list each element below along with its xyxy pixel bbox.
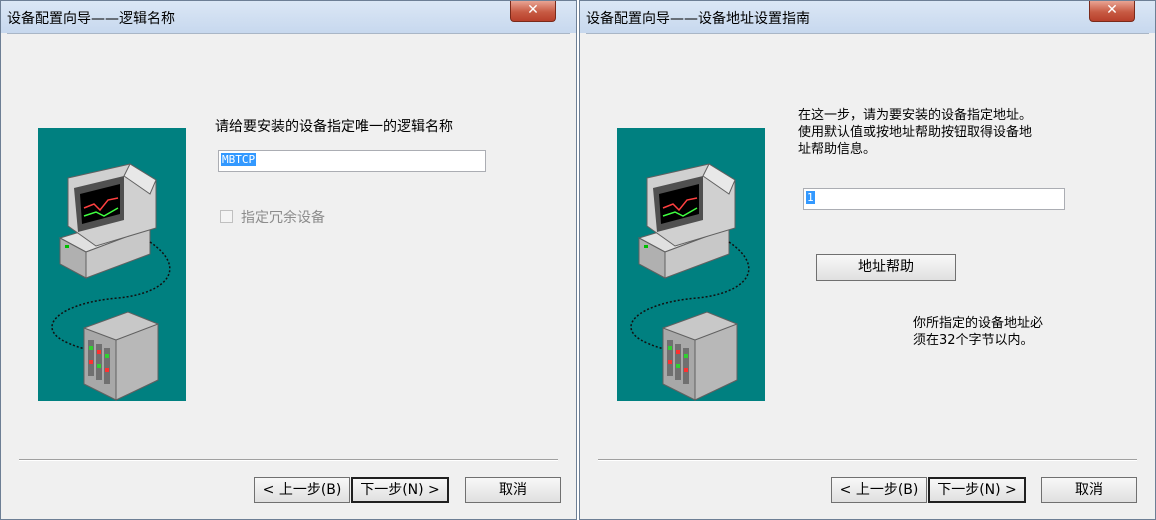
close-icon: ✕ [527, 2, 539, 18]
back-button[interactable]: < 上一步(B) [831, 477, 927, 503]
dialog-title: 设备配置向导——设备地址设置指南 [586, 11, 810, 27]
logical-name-prompt: 请给要安装的设备指定唯一的逻辑名称 [215, 119, 453, 135]
logical-name-value: MBTCP [221, 153, 257, 166]
logical-name-input[interactable]: MBTCP [218, 150, 486, 172]
dialog-body: 在这一步，请为要安装的设备指定地址。 使用默认值或按地址帮助按钮取得设备地 址帮… [586, 33, 1149, 513]
computer-illustration [58, 163, 157, 279]
separator [19, 459, 558, 461]
address-note-line-2: 须在32个字节以内。 [913, 333, 1034, 348]
plc-device-illustration [83, 311, 159, 401]
dialog-title: 设备配置向导——逻辑名称 [7, 11, 175, 27]
close-icon: ✕ [1106, 2, 1118, 18]
device-address-dialog: 设备配置向导——设备地址设置指南 ✕ 在这一步，请为要安装的设备指定地址。 使用… [579, 0, 1156, 520]
close-button[interactable]: ✕ [1089, 1, 1135, 22]
cancel-button[interactable]: 取消 [1041, 477, 1137, 503]
dialog-body: 请给要安装的设备指定唯一的逻辑名称 MBTCP 指定冗余设备 < 上一步(B) … [7, 33, 570, 513]
separator [598, 459, 1137, 461]
title-bar[interactable]: 设备配置向导——设备地址设置指南 ✕ [580, 1, 1155, 33]
back-button[interactable]: < 上一步(B) [254, 477, 350, 503]
cancel-button[interactable]: 取消 [465, 477, 561, 503]
next-button[interactable]: 下一步(N) > [351, 477, 449, 503]
device-illustration [38, 128, 186, 401]
device-address-value: 1 [806, 191, 815, 204]
computer-illustration [637, 163, 736, 279]
redundant-device-label: 指定冗余设备 [241, 210, 325, 226]
instruction-line-3: 址帮助信息。 [798, 142, 877, 157]
logical-name-dialog: 设备配置向导——逻辑名称 ✕ 请给要安装的设备指定唯一的逻辑名称 MBTCP 指… [0, 0, 577, 520]
title-bar[interactable]: 设备配置向导——逻辑名称 ✕ [1, 1, 576, 33]
next-button[interactable]: 下一步(N) > [928, 477, 1026, 503]
device-address-input[interactable]: 1 [803, 188, 1065, 210]
device-illustration [617, 128, 765, 401]
plc-device-illustration [662, 311, 738, 401]
address-help-button[interactable]: 地址帮助 [816, 254, 956, 281]
redundant-device-checkbox[interactable] [220, 210, 233, 223]
close-button[interactable]: ✕ [510, 1, 556, 22]
